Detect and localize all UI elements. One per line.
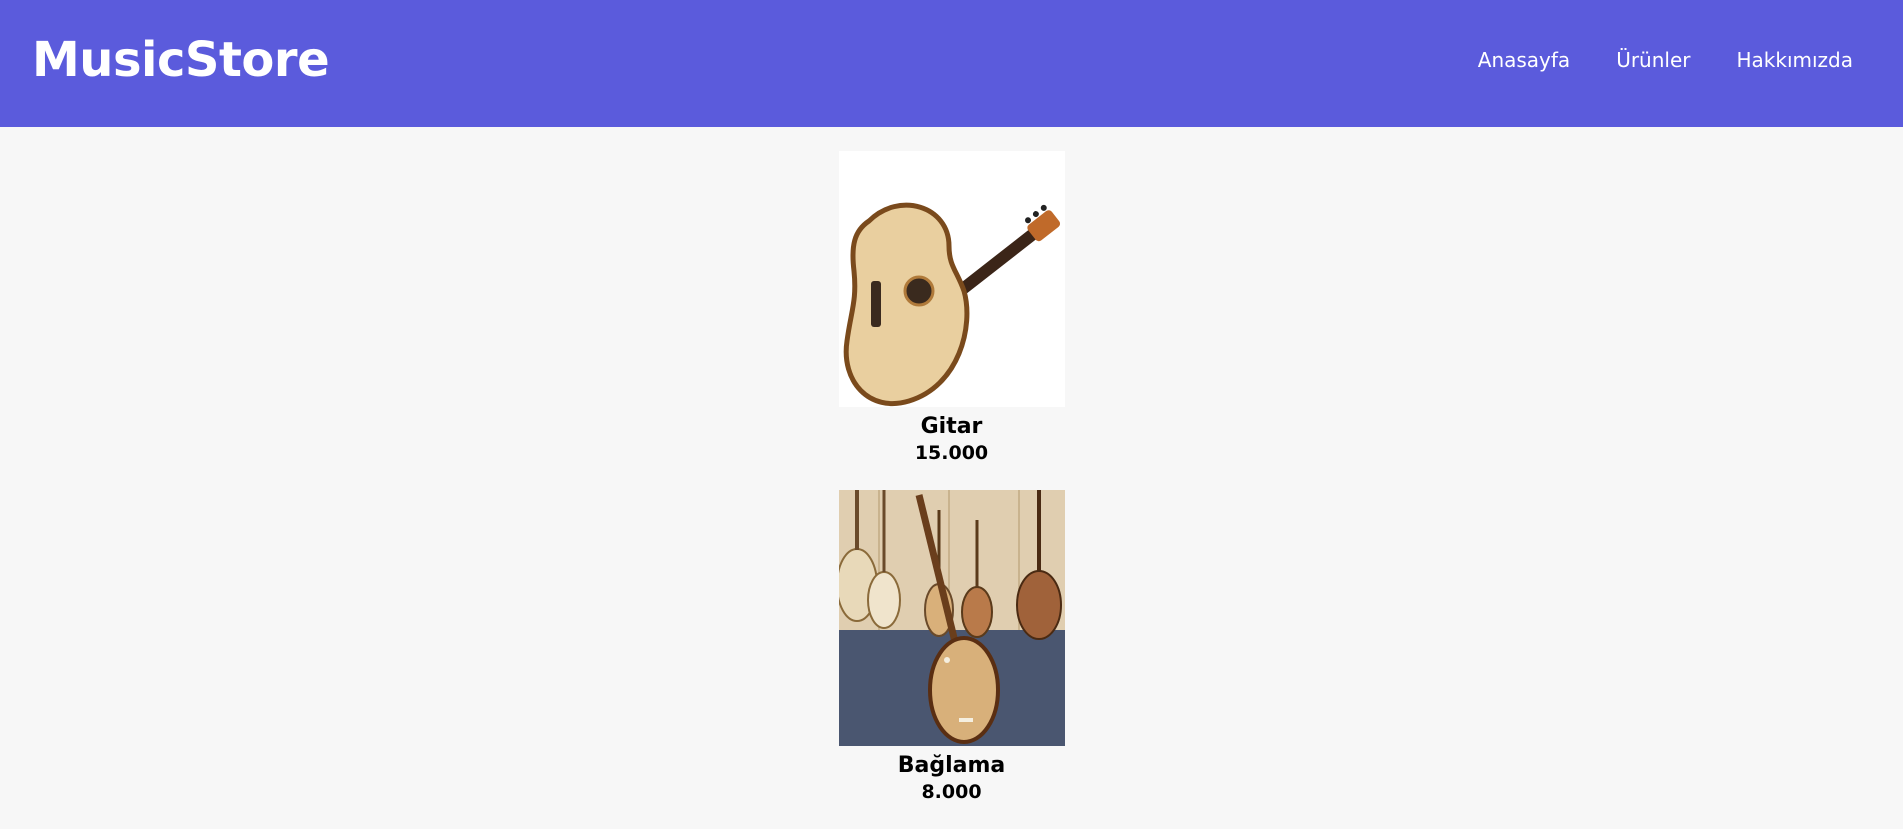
product-list: Gitar 15.000 Bağlama 8.000: [0, 151, 1903, 829]
nav-link-hakkimizda[interactable]: Hakkımızda: [1736, 46, 1853, 74]
product-card-gitar[interactable]: Gitar 15.000: [838, 151, 1065, 465]
product-price: 8.000: [921, 781, 982, 803]
product-price: 15.000: [914, 442, 989, 464]
guitar-image[interactable]: [838, 151, 1065, 407]
product-card-baglama[interactable]: Bağlama 8.000: [838, 490, 1065, 804]
product-name: Bağlama: [897, 753, 1006, 778]
main-nav: Anasayfa Ürünler Hakkımızda: [1478, 46, 1853, 74]
product-name: Gitar: [920, 414, 983, 439]
nav-link-urunler[interactable]: Ürünler: [1616, 46, 1690, 74]
site-logo[interactable]: MusicStore: [32, 30, 330, 90]
baglama-image[interactable]: [838, 490, 1065, 746]
nav-link-anasayfa[interactable]: Anasayfa: [1478, 46, 1570, 74]
site-header: MusicStore Anasayfa Ürünler Hakkımızda: [0, 0, 1903, 127]
